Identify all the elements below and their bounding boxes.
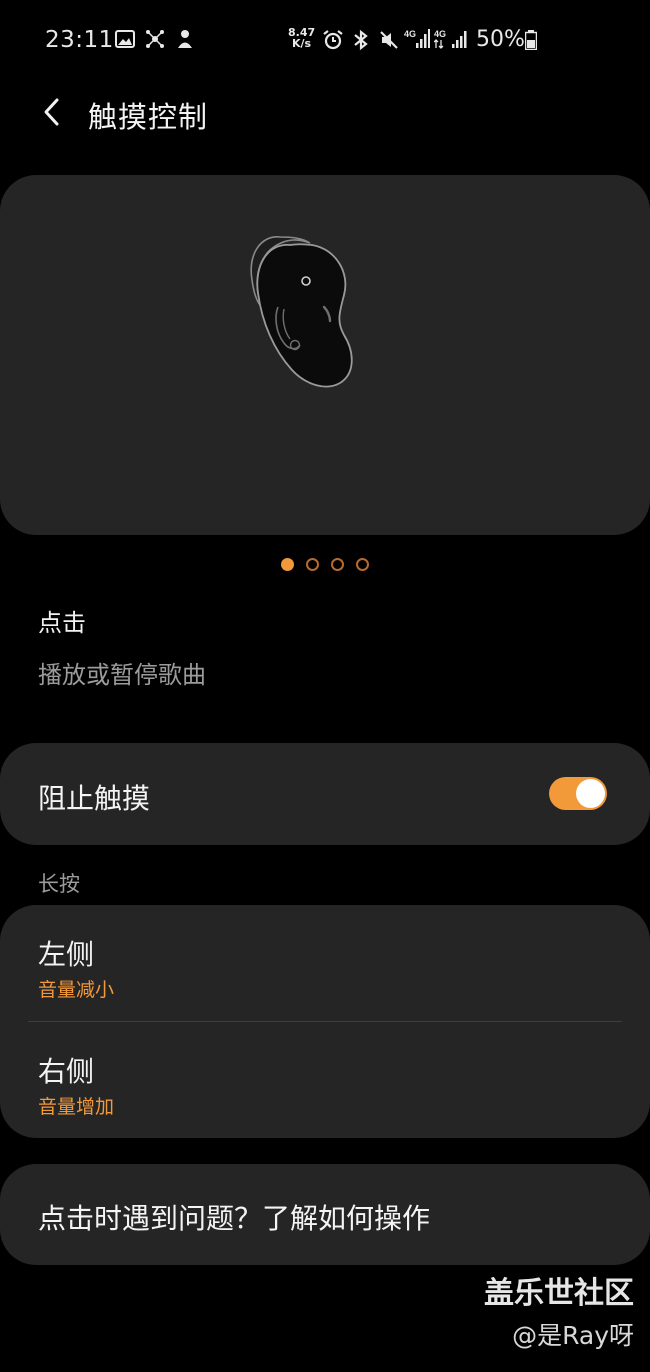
battery-icon	[524, 30, 538, 54]
gallery-icon	[115, 29, 135, 53]
signal-icon: 4G	[433, 28, 470, 54]
back-button[interactable]	[32, 92, 72, 132]
help-link-card[interactable]: 点击时遇到问题？了解如何操作	[0, 1164, 650, 1265]
block-touch-label: 阻止触摸	[38, 782, 151, 815]
carousel-page-indicator	[0, 558, 650, 576]
net-speed: 8.47 K/s	[288, 27, 315, 49]
svg-text:4G: 4G	[434, 29, 446, 39]
page-dot-3[interactable]	[331, 558, 344, 571]
long-press-right-row[interactable]: 右侧 音量增加	[0, 1022, 650, 1138]
net-speed-unit: K/s	[292, 37, 312, 50]
earbud-illustration	[250, 236, 353, 388]
tap-section-description: 播放或暂停歌曲	[38, 661, 206, 689]
svg-text:4G: 4G	[404, 29, 416, 39]
page-title: 触摸控制	[88, 100, 209, 134]
tap-section-title: 点击	[38, 609, 86, 637]
page-dot-2[interactable]	[306, 558, 319, 571]
long-press-left-row[interactable]: 左侧 音量减小	[0, 905, 650, 1021]
network-icon	[145, 29, 165, 53]
right-side-title: 右侧	[38, 1055, 95, 1088]
block-touch-toggle[interactable]	[549, 777, 607, 810]
mute-icon	[378, 29, 400, 55]
left-side-value: 音量减小	[38, 979, 115, 1001]
earbud-illustration-card[interactable]	[0, 175, 650, 535]
help-link-text[interactable]: 点击时遇到问题？了解如何操作	[38, 1197, 430, 1237]
status-time: 23:11	[45, 27, 114, 53]
alarm-icon	[322, 29, 344, 55]
page-dot-4[interactable]	[356, 558, 369, 571]
page-dot-1[interactable]	[281, 558, 294, 571]
status-bar: 23:11 8.47 K/s 4G 4G 50%	[0, 0, 650, 82]
toggle-knob	[576, 779, 605, 808]
app-icon	[176, 29, 194, 53]
long-press-card: 左侧 音量减小 右侧 音量增加	[0, 905, 650, 1138]
bluetooth-icon	[352, 29, 370, 55]
left-side-title: 左侧	[38, 938, 95, 971]
long-press-header: 长按	[38, 872, 80, 896]
battery-percent: 50%	[476, 27, 525, 52]
block-touch-row[interactable]: 阻止触摸	[0, 743, 650, 845]
right-side-value: 音量增加	[38, 1096, 115, 1118]
chevron-left-icon	[44, 98, 59, 126]
watermark-sub: @是Ray呀	[512, 1321, 634, 1350]
watermark-main: 盖乐世社区	[484, 1276, 634, 1311]
signal-icon: 4G	[404, 28, 430, 54]
